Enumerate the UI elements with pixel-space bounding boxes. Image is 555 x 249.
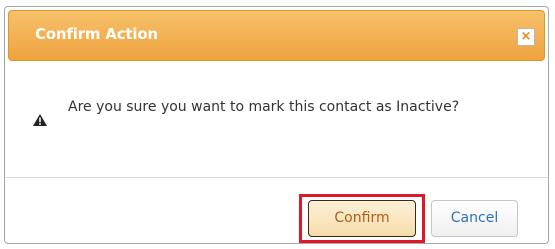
confirm-button[interactable]: Confirm <box>308 200 416 237</box>
dialog-message: Are you sure you want to mark this conta… <box>68 99 460 115</box>
warning-icon <box>33 114 47 126</box>
dialog-message-row: Are you sure you want to mark this conta… <box>5 61 548 177</box>
dialog-divider <box>5 177 548 178</box>
confirm-action-dialog: Confirm Action × Are you sure you want t… <box>4 6 549 244</box>
cancel-button[interactable]: Cancel <box>431 200 518 237</box>
dialog-titlebar[interactable]: Confirm Action × <box>8 10 545 61</box>
close-button[interactable]: × <box>517 28 535 46</box>
dialog-title: Confirm Action <box>35 25 158 43</box>
